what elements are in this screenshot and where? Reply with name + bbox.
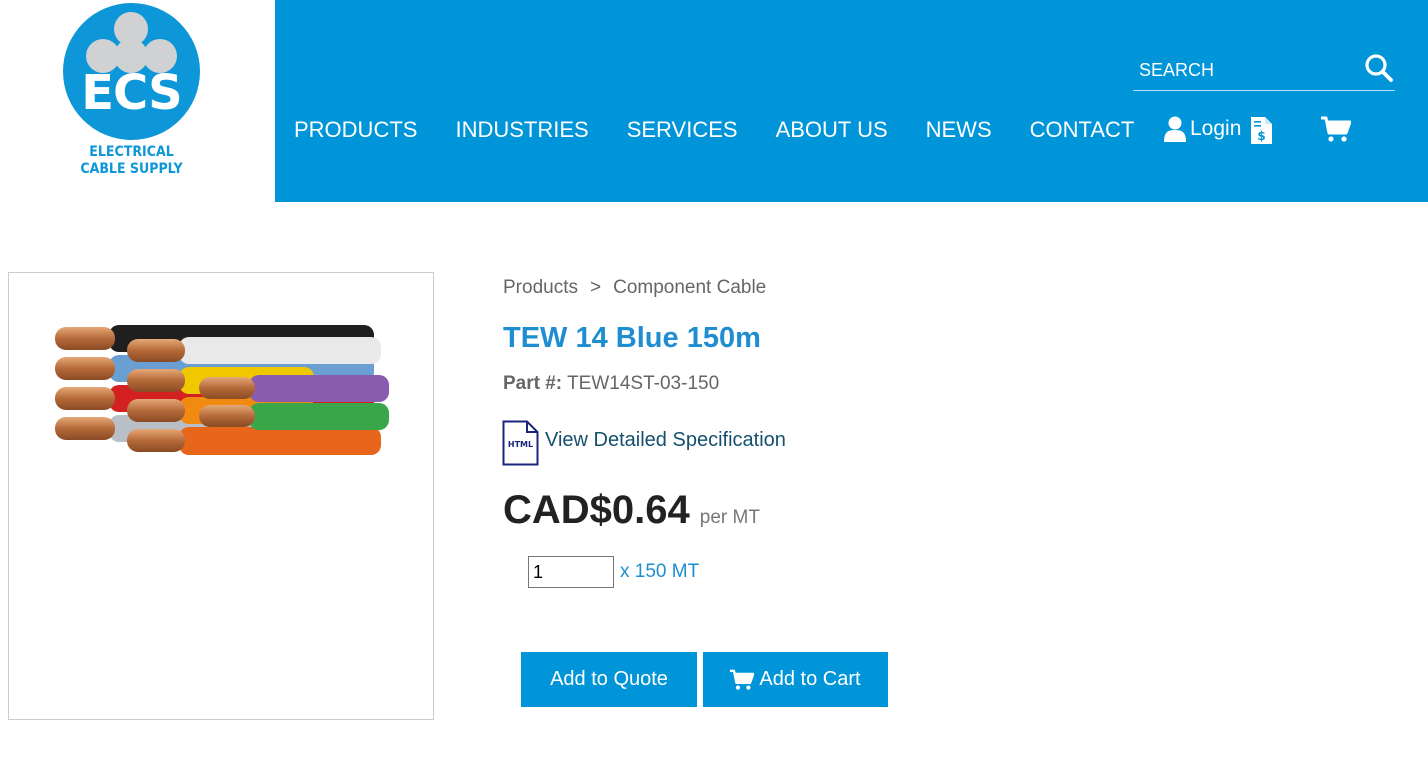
main-nav: PRODUCTS INDUSTRIES SERVICES ABOUT US NE…: [294, 117, 1172, 143]
quantity-input[interactable]: [528, 556, 614, 588]
nav-services[interactable]: SERVICES: [627, 117, 738, 143]
search-input[interactable]: [1133, 50, 1361, 90]
nav-contact[interactable]: CONTACT: [1030, 117, 1135, 143]
spec-link-label: View Detailed Specification: [545, 428, 786, 451]
cart-icon: [730, 669, 755, 690]
svg-text:HTML: HTML: [508, 440, 533, 449]
svg-text:$: $: [1257, 129, 1265, 143]
product-title: TEW 14 Blue 150m: [503, 322, 761, 354]
add-to-quote-label: Add to Quote: [550, 668, 668, 690]
price-value: CAD$0.64: [503, 488, 690, 532]
logo[interactable]: ECS ELECTRICAL CABLE SUPPLY: [0, 0, 275, 202]
breadcrumb-component-cable[interactable]: Component Cable: [613, 277, 766, 298]
search-box: [1133, 50, 1395, 91]
breadcrumb-separator: >: [589, 277, 602, 298]
logo-tagline: ELECTRICAL CABLE SUPPLY: [60, 144, 203, 178]
quote-document-icon[interactable]: $: [1251, 117, 1272, 144]
quantity-row: x 150 MT: [528, 556, 699, 588]
logo-circle: ECS: [63, 3, 200, 140]
user-icon: [1164, 116, 1186, 142]
cart-icon[interactable]: [1321, 116, 1351, 143]
product-photo-cable-bundle: [55, 325, 389, 455]
nav-industries[interactable]: INDUSTRIES: [455, 117, 588, 143]
product-image[interactable]: [8, 272, 434, 720]
logo-mark: ECS: [81, 65, 182, 121]
add-to-cart-label: Add to Cart: [759, 668, 861, 690]
part-number-label: Part #:: [503, 373, 563, 394]
logo-line-2: CABLE SUPPLY: [80, 161, 183, 177]
add-to-quote-button[interactable]: Add to Quote: [521, 652, 697, 707]
add-to-cart-button[interactable]: Add to Cart: [703, 652, 888, 707]
search-icon[interactable]: [1363, 52, 1395, 84]
nav-products[interactable]: PRODUCTS: [294, 117, 417, 143]
breadcrumb: Products > Component Cable: [503, 277, 766, 299]
logo-line-1: ELECTRICAL: [89, 144, 174, 160]
part-number: Part #: TEW14ST-03-150: [503, 373, 719, 395]
nav-news[interactable]: NEWS: [926, 117, 992, 143]
breadcrumb-products[interactable]: Products: [503, 277, 578, 298]
part-number-value: TEW14ST-03-150: [567, 373, 720, 394]
nav-about-us[interactable]: ABOUT US: [776, 117, 888, 143]
quantity-unit: x 150 MT: [620, 561, 700, 582]
login-link[interactable]: Login: [1164, 116, 1241, 142]
login-label: Login: [1190, 117, 1242, 140]
price: CAD$0.64 per MT: [503, 488, 760, 533]
spec-link[interactable]: HTML View Detailed Specification: [502, 420, 786, 466]
price-unit: per MT: [699, 507, 760, 528]
header-bar: PRODUCTS INDUSTRIES SERVICES ABOUT US NE…: [275, 0, 1428, 202]
html-document-icon: HTML: [502, 420, 539, 466]
